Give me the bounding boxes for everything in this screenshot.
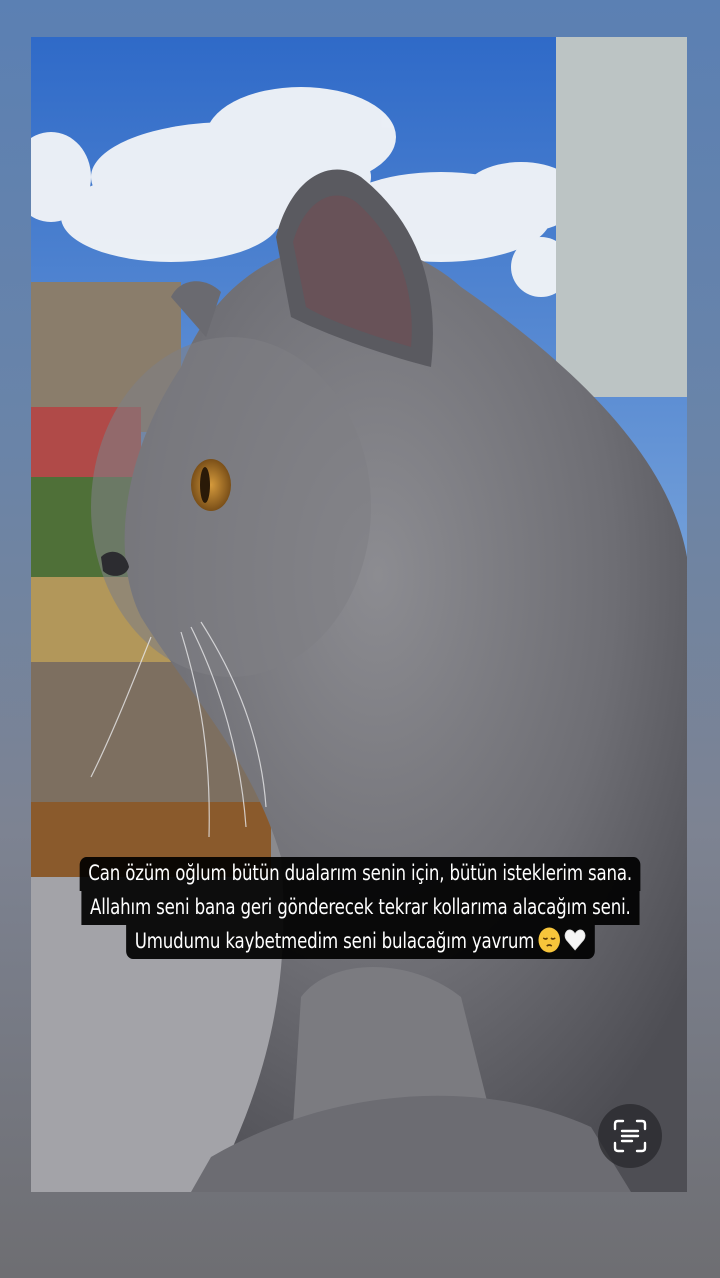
white-heart-icon [564, 929, 585, 951]
story-caption: Can özüm oğlum bütün dualarım senin için… [0, 857, 720, 959]
caption-line-3: Umudumu kaybetmedim seni bulacağım yavru… [125, 925, 595, 959]
caption-line-3-text: Umudumu kaybetmedim seni bulacağım yavru… [134, 929, 534, 954]
pensive-face-icon [537, 927, 560, 953]
text-recognition-button[interactable] [598, 1104, 662, 1168]
story-photo [31, 37, 687, 1192]
caption-line-1: Can özüm oğlum bütün dualarım senin için… [79, 857, 641, 891]
text-lines-icon [613, 1119, 647, 1153]
caption-line-2: Allahım seni bana geri gönderecek tekrar… [81, 891, 639, 925]
cat-photo [31, 37, 687, 1192]
